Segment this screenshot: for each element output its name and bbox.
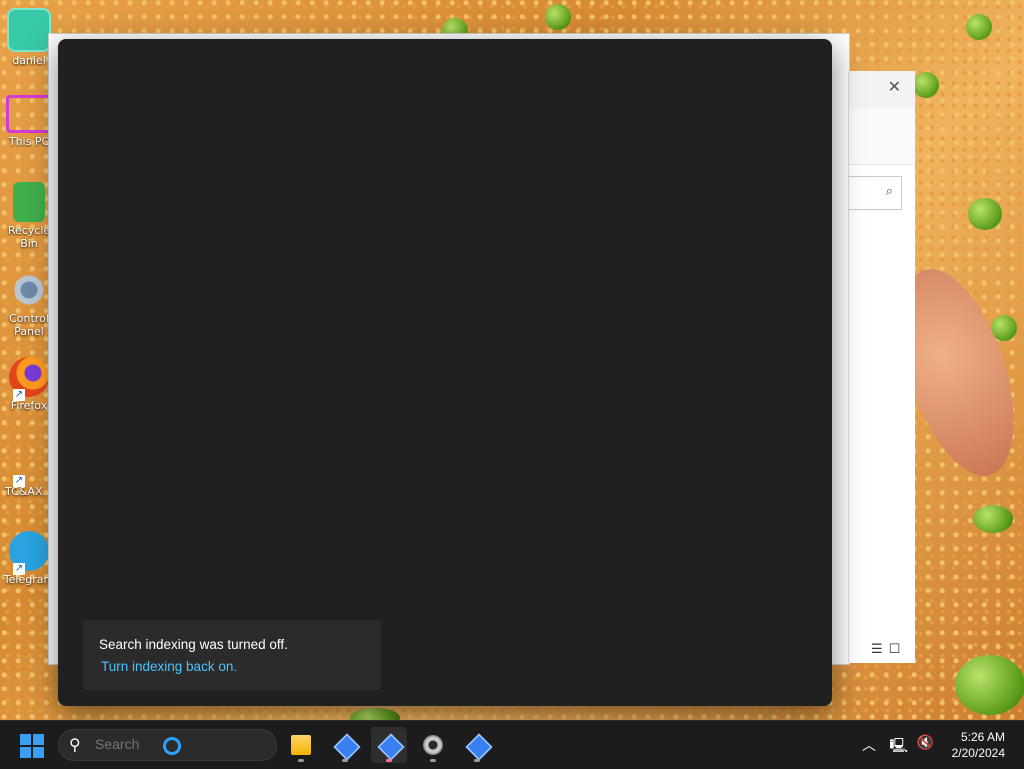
app-diamond-icon [377,733,405,761]
app-diamond-icon [333,733,361,761]
app-icon: ↗ [9,443,49,487]
windows-logo-icon [20,734,31,745]
taskbar-app-2[interactable] [371,727,407,763]
app-diamond-icon [465,733,493,761]
shortcut-arrow-icon: ↗ [13,563,25,575]
monitor-icon [6,95,52,133]
view-toggle-buttons[interactable]: ☰☐ [871,642,906,657]
file-explorer-icon [291,735,311,755]
clock-date: 2/20/2024 [951,746,1005,760]
show-hidden-icons-chevron-icon[interactable]: ︿ [862,735,876,755]
taskbar-file-explorer[interactable] [283,727,319,763]
taskbar-search-box[interactable]: ⚲ [58,729,277,761]
clock-time: 5:26 AM [960,730,1005,744]
explorer-search-box[interactable]: ⌕ [849,176,902,210]
taskbar-app-1[interactable] [327,727,363,763]
wallpaper-pea [968,198,1002,230]
explorer-titlebar: ✕ [849,71,915,109]
explorer-command-bar [849,109,915,165]
search-icon: ⌕ [885,184,893,199]
close-icon[interactable]: ✕ [888,77,901,96]
taskbar-settings[interactable] [415,727,451,763]
user-folder-icon [7,8,51,52]
turn-indexing-on-link[interactable]: Turn indexing back on. [101,659,237,674]
clock[interactable]: 5:26 AM 2/20/2024 [952,729,1005,761]
control-panel-icon [9,270,49,310]
network-icon[interactable]: 🖳 [889,735,908,759]
taskbar-app-3[interactable] [459,727,495,763]
search-flyout: Search indexing was turned off. Turn ind… [58,39,832,706]
taskbar: ⚲ ︿ 🖳 🔇 5:26 AM 2/20/2024 [0,720,1024,769]
recycle-bin-icon [13,182,45,222]
volume-muted-icon[interactable]: 🔇 [917,735,934,751]
wallpaper-pea [545,4,571,30]
search-icon: ⚲ [69,735,81,754]
wallpaper-pea [913,72,939,98]
firefox-icon: ↗ [9,357,49,401]
indexing-notice: Search indexing was turned off. Turn ind… [83,620,381,690]
explorer-window-edge: ✕ ⌕ ☰☐ [848,71,915,663]
wallpaper-pea [955,655,1024,715]
cortana-icon [163,737,181,755]
telegram-icon: ↗ [9,531,49,575]
indexing-notice-text: Search indexing was turned off. [99,637,288,652]
wallpaper-pea [966,14,992,40]
settings-gear-icon [423,735,443,755]
start-button[interactable] [20,734,44,758]
wallpaper-pea [973,505,1013,533]
shortcut-arrow-icon: ↗ [13,389,25,401]
shortcut-arrow-icon: ↗ [13,475,25,487]
